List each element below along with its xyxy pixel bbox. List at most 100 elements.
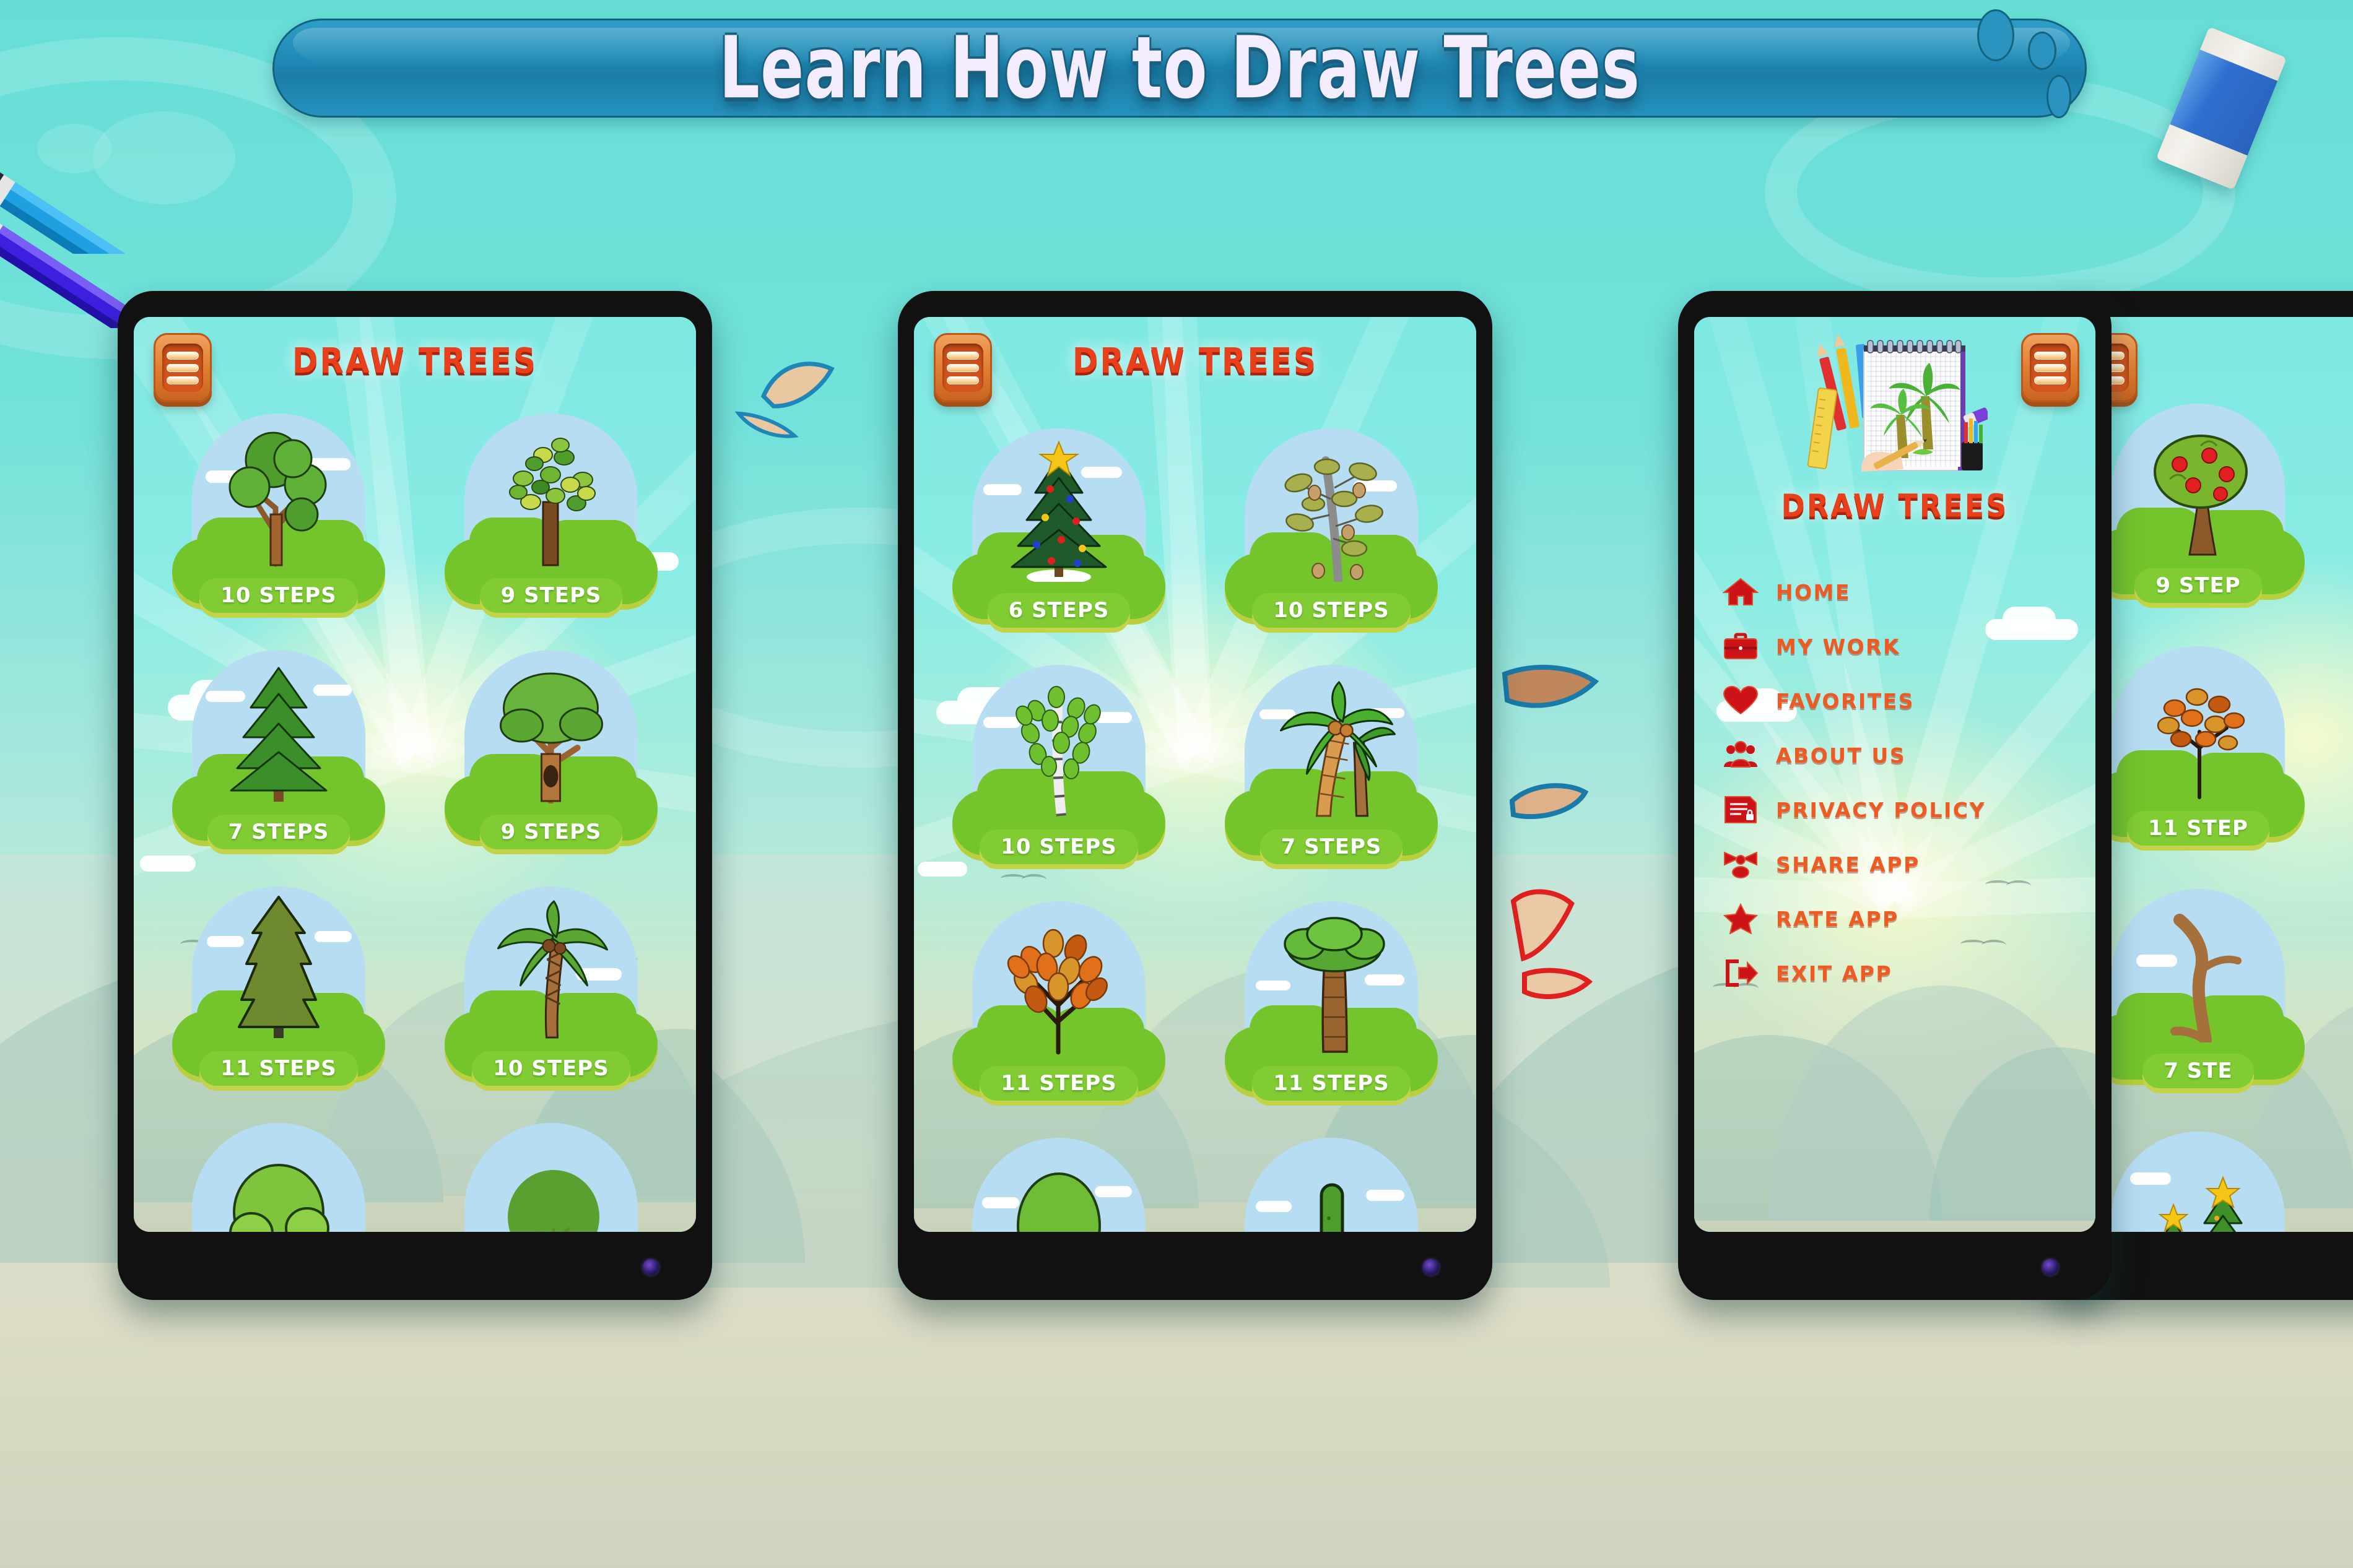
- banner-bubble-2: [2028, 32, 2056, 70]
- banner-bubble-3: [2046, 75, 2071, 118]
- tree-dome: [952, 665, 1165, 855]
- round-dark-tree-icon: [508, 1170, 599, 1232]
- drawer-logo-caption: DRAW TREES: [1781, 487, 2009, 524]
- people-icon: [1721, 736, 1760, 774]
- tree-grid-phone-2: 6 STEPS 10 STEPS 10 STEPS 7 STEPS 11 STE…: [914, 410, 1476, 1232]
- banner-bubble-1: [1977, 9, 2014, 61]
- autumn-tree-icon: [2157, 688, 2245, 799]
- phone-2-camera: [1423, 1259, 1439, 1275]
- hamburger-icon: [942, 344, 983, 392]
- tree-steps-badge: 6 STEPS: [987, 593, 1131, 628]
- tree-card[interactable]: [154, 1123, 404, 1232]
- tree-steps-badge: 10 STEPS: [980, 829, 1138, 864]
- menu-button-phone-2[interactable]: [934, 333, 992, 402]
- hamburger-icon: [2030, 344, 2071, 392]
- tree-dome: [1244, 1138, 1418, 1232]
- hamburger-icon: [162, 344, 203, 392]
- tree-steps-badge: 10 STEPS: [1252, 593, 1411, 628]
- exit-icon: [1721, 954, 1760, 992]
- tree-dome: [2092, 889, 2305, 1080]
- menu-button-phone-1[interactable]: [154, 333, 212, 402]
- tree-steps-badge: 10 STEPS: [199, 578, 358, 613]
- drawer-item-home[interactable]: HOME: [1721, 565, 2083, 619]
- tree-card[interactable]: 11 STEPS: [934, 901, 1185, 1101]
- tree-card[interactable]: 6 STEPS: [934, 428, 1185, 628]
- bare-twisted-tree-icon: [2170, 914, 2242, 1042]
- drawer-item-share-app[interactable]: SHARE APP: [1721, 837, 2083, 891]
- drawer-item-exit-app[interactable]: EXIT APP: [1721, 946, 2083, 1000]
- drawer-item-label: HOME: [1776, 579, 1851, 604]
- pale-trunk-tree-icon: [1017, 1172, 1101, 1232]
- document-lock-icon: [1721, 790, 1760, 829]
- tree-card[interactable]: 10 STEPS: [426, 886, 677, 1086]
- tree-steps-badge: 9 STEPS: [479, 578, 623, 613]
- tree-steps-badge: 9 STEPS: [479, 815, 623, 849]
- drawer-item-label: FAVORITES: [1776, 688, 1915, 713]
- drawer-menu-list: HOME MY WORK FAVORITES ABOUT US PRIVACY …: [1721, 565, 2083, 1000]
- tree-card[interactable]: 11 STEPS: [154, 886, 404, 1086]
- tree-card[interactable]: 10 STEPS: [154, 414, 404, 613]
- app-title-phone-1: DRAW TREES: [292, 340, 537, 381]
- tree-steps-badge: 11 STEP: [2127, 811, 2269, 846]
- oak-branching-tree-icon: [228, 431, 327, 567]
- palm-tree-pair-icon: [1279, 681, 1396, 817]
- notepad-palm-drawing-logo: [1807, 334, 1990, 472]
- tree-card[interactable]: 9 STEPS: [426, 414, 677, 613]
- tree-card[interactable]: 9 STEP: [2092, 404, 2305, 603]
- apple-tree-icon: [2154, 435, 2248, 556]
- bushy-light-tree-icon: [229, 1164, 329, 1232]
- baobab-tree-icon: [1284, 917, 1385, 1053]
- drawer-item-my-work[interactable]: MY WORK: [1721, 619, 2083, 674]
- tree-card[interactable]: 9 STEPS: [426, 650, 677, 849]
- hollow-trunk-tree-icon: [499, 672, 603, 803]
- pencil-shaving-red-2: [1522, 968, 1593, 999]
- tree-dome: [2092, 646, 2305, 837]
- tree-dome: [952, 901, 1165, 1092]
- tree-row: 10 STEPS: [142, 414, 687, 613]
- tree-card[interactable]: [426, 1123, 677, 1232]
- tree-dome: [172, 650, 385, 841]
- phone-2-screen: DRAW TREES 6 STEPS 10 STEPS 10 STEPS 7 S…: [914, 317, 1476, 1232]
- tree-dome: [2092, 404, 2305, 594]
- tree-row: 11 STEPS: [923, 901, 1468, 1101]
- tree-card[interactable]: 7 STEPS: [1206, 665, 1457, 864]
- tree-card[interactable]: 7 STEPS: [154, 650, 404, 849]
- tree-row: 10 STEPS: [923, 665, 1468, 864]
- tree-card[interactable]: 10 STEPS: [1206, 428, 1457, 628]
- tree-card[interactable]: 11 STEP: [2092, 646, 2305, 846]
- menu-button-phone-3[interactable]: [2021, 333, 2079, 402]
- tree-card[interactable]: [1206, 1138, 1457, 1232]
- pencil-shaving-red-1: [1510, 889, 1575, 962]
- home-icon: [1721, 573, 1760, 611]
- coconut-palm-tree-icon: [497, 900, 608, 1039]
- tree-card[interactable]: [934, 1138, 1185, 1232]
- pencil-shaving-blue-4: [1509, 783, 1589, 820]
- drawer-item-rate-app[interactable]: RATE APP: [1721, 891, 2083, 946]
- tree-steps-badge: 11 STEPS: [980, 1066, 1138, 1101]
- tree-card[interactable]: 10 STEPS: [934, 665, 1185, 864]
- tree-grid-phone-1: 10 STEPS 9 STEPS 7 STEPS 9 STEPS 11 STEP…: [134, 410, 696, 1232]
- autumn-orange-tree-icon: [1007, 929, 1108, 1055]
- tall-spruce-tree-icon: [237, 896, 320, 1038]
- tree-card[interactable]: [2105, 1132, 2291, 1232]
- drawer-item-label: SHARE APP: [1776, 852, 1920, 877]
- share-icon: [1721, 845, 1760, 883]
- tree-steps-badge: 7 STEPS: [207, 815, 350, 849]
- drawer-item-about-us[interactable]: ABOUT US: [1721, 728, 2083, 782]
- tree-dome: [972, 1138, 1146, 1232]
- app-title-phone-2: DRAW TREES: [1072, 340, 1318, 381]
- drawer-item-label: EXIT APP: [1776, 961, 1893, 985]
- phone-1-camera: [643, 1259, 659, 1275]
- oak-acorn-tree-icon: [1284, 456, 1384, 582]
- tree-dome: [2112, 1132, 2285, 1232]
- christmas-tree-small-icon: [2158, 1176, 2243, 1232]
- drawer-item-privacy-policy[interactable]: PRIVACY POLICY: [1721, 782, 2083, 837]
- fir-pine-tree-icon: [230, 667, 328, 802]
- drawer-item-favorites[interactable]: FAVORITES: [1721, 674, 2083, 728]
- tree-dome: [444, 650, 658, 841]
- pencil-shaving-blue-3: [1502, 664, 1599, 708]
- tree-card[interactable]: 11 STEPS: [1206, 901, 1457, 1101]
- tree-steps-badge: 7 STEPS: [1259, 829, 1403, 864]
- tree-card[interactable]: 7 STE: [2092, 889, 2305, 1088]
- tree-steps-badge: 10 STEPS: [472, 1051, 630, 1086]
